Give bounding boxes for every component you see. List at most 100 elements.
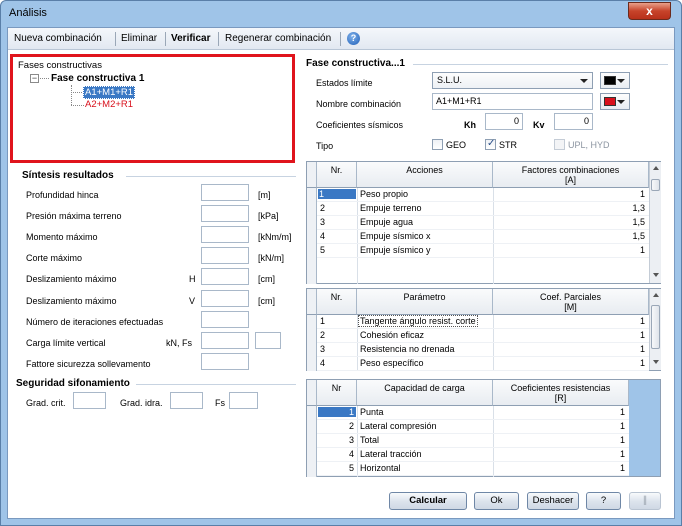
toolbar-separator [165,32,166,46]
crit-gradient-field[interactable] [73,392,106,409]
parameters-table[interactable]: Nr. Parámetro Coef. Parciales [M] 1 Tang… [306,288,661,371]
tree-leaf-combination-2[interactable]: A2+M2+R1 [85,99,133,110]
limit-states-label: Estados límite [316,78,373,88]
tree-node-phase[interactable]: Fase constructiva 1 [51,73,144,84]
row-selector-column [307,188,317,284]
max-slide-h-field[interactable] [201,268,249,285]
table-row[interactable]: 2 Empuje terreno 1,3 [317,202,649,216]
actions-table[interactable]: Nr. Acciones Factores combinaciones [A] … [306,161,661,284]
kv-label: Kv [533,120,545,130]
header-load-capacity: Capacidad de carga [357,380,493,406]
cell-name: Peso propio [360,189,409,199]
undo-button[interactable]: Deshacer [527,492,579,510]
help-icon[interactable]: ? [347,32,360,45]
cell-nr: 4 [320,358,326,368]
cell-name: Empuje sísmico y [360,245,431,255]
max-slide-v-field[interactable] [201,290,249,307]
geo-checkbox[interactable] [432,139,443,150]
combination-name-field[interactable]: A1+M1+R1 [432,93,593,110]
phases-tree[interactable]: Fases constructivas − Fase constructiva … [10,54,295,163]
tree-collapse-icon[interactable]: − [30,74,39,83]
calculate-button[interactable]: Calcular [389,492,467,510]
fs-field[interactable] [229,392,258,409]
table-row[interactable]: 3 Total 1 [317,434,629,448]
max-shear-field[interactable] [201,247,249,264]
color-picker-2[interactable] [600,93,630,110]
verify-button[interactable]: Verificar [171,33,210,44]
actions-scrollbar[interactable] [649,162,661,283]
help-button[interactable]: ? [586,492,621,510]
vertical-load-fs-field[interactable] [255,332,281,349]
cell-factor: 1 [639,245,645,255]
cell-nr: 2 [320,203,326,213]
close-button[interactable]: x [628,2,671,20]
cell-factor: 1 [639,189,645,199]
crit-gradient-label: Grad. crit. [26,398,66,408]
uplift-safety-field[interactable] [201,353,249,370]
str-label: STR [499,140,517,150]
table-row[interactable]: 2 Lateral compresión 1 [317,420,629,434]
new-combination-button[interactable]: Nueva combinación [14,33,102,44]
extra-button[interactable]: ∥ [629,492,661,510]
scroll-thumb[interactable] [651,305,660,349]
chevron-down-icon [617,100,625,104]
cell-nr: 3 [320,344,326,354]
vertical-load-field[interactable] [201,332,249,349]
table-row[interactable]: 3 Resistencia no drenada 1 [317,343,649,357]
cell-nr: 5 [348,463,354,473]
table-row[interactable]: 1 Peso propio 1 [317,188,649,202]
table-row[interactable]: 2 Cohesión eficaz 1 [317,329,649,343]
kh-label: Kh [464,120,476,130]
table-row[interactable]: 5 Empuje sísmico y 1 [317,244,649,258]
upl-hyd-checkbox[interactable] [554,139,565,150]
ok-button[interactable]: Ok [474,492,519,510]
max-pressure-unit: [kPa] [258,211,279,221]
scroll-down-icon[interactable] [653,360,659,364]
cell-factor: 1 [619,421,625,431]
color-picker-1[interactable] [600,72,630,89]
kh-field[interactable]: 0 [485,113,523,130]
cell-name: Total [360,435,380,445]
limit-states-select[interactable]: S.L.U. [432,72,593,89]
scroll-down-icon[interactable] [653,273,659,277]
table-row[interactable]: 3 Empuje agua 1,5 [317,216,649,230]
max-slide-v-label: Deslizamiento máximo [26,296,117,306]
cell-name: Resistencia no drenada [360,344,455,354]
combination-name-label: Nombre combinación [316,99,402,109]
cell-nr: 4 [320,231,326,241]
depth-unit: [m] [258,190,271,200]
max-pressure-field[interactable] [201,205,249,222]
cell-name: Empuje agua [360,217,414,227]
str-checkbox[interactable] [485,138,496,150]
row-selector-column [307,406,317,477]
depth-field[interactable] [201,184,249,201]
scroll-up-icon[interactable] [653,166,659,170]
scroll-up-icon[interactable] [653,293,659,297]
capacity-table[interactable]: Nr Capacidad de carga Coeficientes resis… [306,379,661,477]
header-nr: Nr [317,380,357,406]
iterations-field[interactable] [201,311,249,328]
idra-gradient-field[interactable] [170,392,203,409]
scroll-thumb[interactable] [651,179,660,191]
seismic-coefficients-label: Coeficientes sísmicos [316,120,404,130]
parameters-scrollbar[interactable] [649,289,661,370]
regenerate-combination-button[interactable]: Regenerar combinación [225,33,331,44]
table-row[interactable]: 1 Tangente ángulo resist. corte 1 [317,315,649,329]
limit-states-value: S.L.U. [437,75,463,85]
tree-connector [71,85,72,105]
table-row[interactable]: 4 Lateral tracción 1 [317,448,629,462]
tree-leaf-combination-1[interactable]: A1+M1+R1 [83,86,136,99]
kv-field[interactable]: 0 [554,113,593,130]
table-row[interactable]: 4 Empuje sísmico x 1,5 [317,230,649,244]
table-row[interactable]: 4 Peso específico 1 [317,357,649,371]
button-bar: Calcular Ok Deshacer ? ∥ [9,488,673,518]
table-row[interactable]: 1 Punta 1 [317,406,629,420]
synthesis-title: Síntesis resultados [22,170,114,181]
cell-name: Peso específico [360,358,424,368]
delete-button[interactable]: Eliminar [121,33,157,44]
table-row[interactable]: 5 Horizontal 1 [317,462,629,476]
max-moment-field[interactable] [201,226,249,243]
cell-name: Lateral tracción [360,449,422,459]
table-corner [307,162,317,188]
cell-factor: 1 [619,463,625,473]
